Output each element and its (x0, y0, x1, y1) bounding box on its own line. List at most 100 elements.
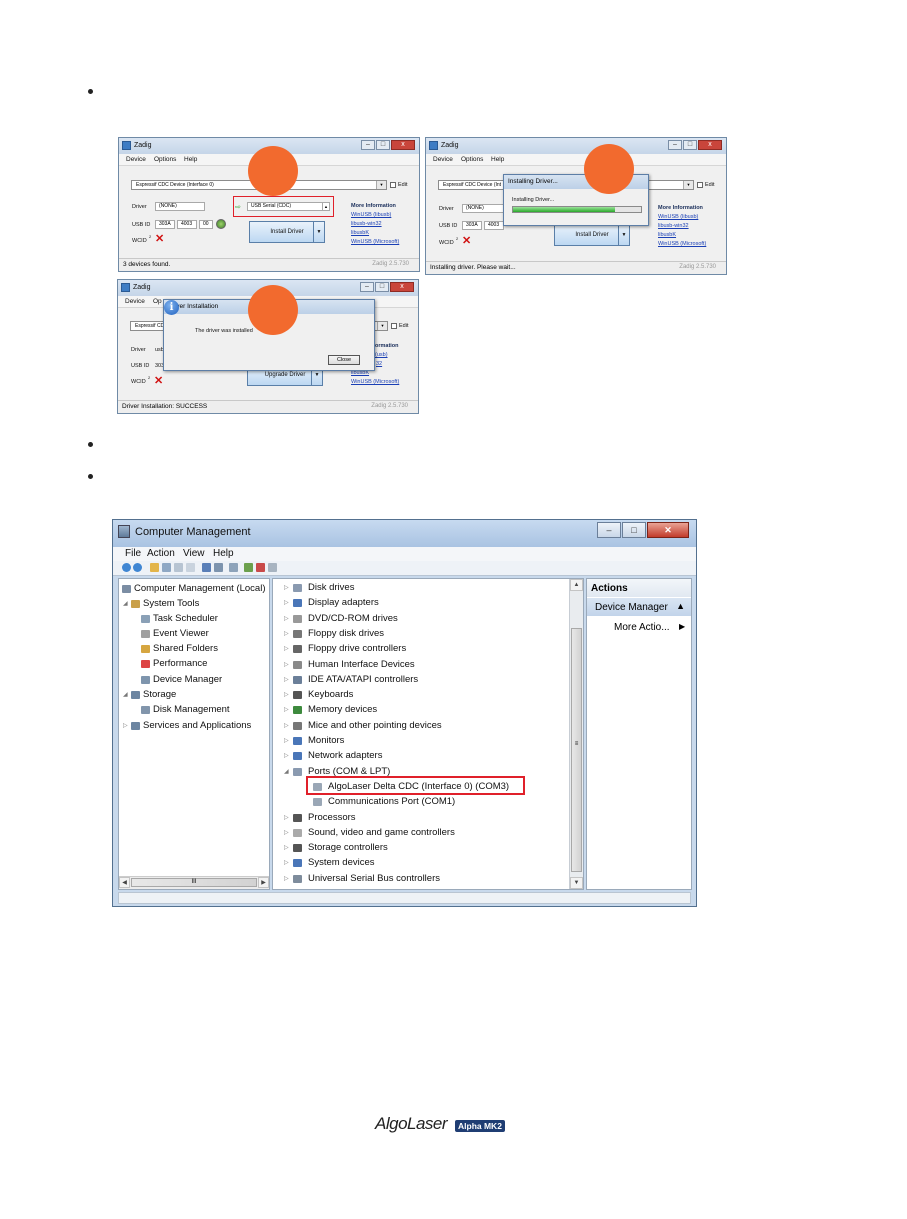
menu-file[interactable]: File (125, 548, 141, 559)
expander-icon[interactable]: ▷ (284, 737, 289, 744)
expander-icon[interactable]: ▷ (284, 584, 289, 591)
expander-icon[interactable]: ▷ (284, 814, 289, 821)
maximize-button[interactable]: □ (622, 522, 646, 538)
menu-device[interactable]: Device (126, 156, 146, 163)
link-libusb-win32[interactable]: 32 (376, 361, 382, 367)
tree-item[interactable]: Shared Folders (141, 643, 218, 654)
minimize-button[interactable]: – (668, 140, 682, 150)
link-libusbk[interactable]: libusbK (658, 232, 676, 238)
scroll-up-button[interactable]: ▲ (570, 579, 583, 591)
minimize-button[interactable]: – (361, 140, 375, 150)
actions-section-device-manager[interactable]: Device Manager ▲ (587, 598, 691, 616)
device-category[interactable]: ▷ IDE ATA/ATAPI controllers (284, 674, 418, 685)
tree-item[interactable]: Event Viewer (141, 628, 209, 639)
menu-help[interactable]: Help (491, 156, 504, 163)
expander-icon[interactable]: ▷ (284, 599, 289, 606)
show-hide-tree-icon[interactable] (162, 563, 171, 572)
expander-icon[interactable]: ▷ (284, 661, 289, 668)
dropdown-arrow-icon[interactable]: ▼ (618, 225, 629, 245)
menu-device[interactable]: Device (125, 298, 145, 305)
expander-icon[interactable]: ◢ (284, 768, 289, 775)
expander-icon[interactable]: ◢ (123, 691, 128, 698)
close-button[interactable]: x (390, 282, 414, 292)
link-winusb-microsoft[interactable]: WinUSB (Microsoft) (351, 239, 399, 245)
expander-icon[interactable]: ▷ (284, 844, 289, 851)
scroll-down-button[interactable]: ▼ (570, 877, 583, 889)
scroll-thumb[interactable]: III (131, 878, 257, 887)
minimize-button[interactable]: – (360, 282, 374, 292)
back-icon[interactable] (122, 563, 131, 572)
link-libusb-win32[interactable]: libusb-win32 (351, 221, 382, 227)
device-category[interactable]: ▷ Monitors (284, 735, 344, 746)
link-winusb-libusb[interactable]: WinUSB (libusb) (351, 212, 391, 218)
device-select-end[interactable]: ▼ (374, 321, 388, 331)
device-category[interactable]: ▷ Processors (284, 812, 356, 823)
maximize-button[interactable]: □ (376, 140, 390, 150)
menu-help[interactable]: Help (213, 548, 234, 559)
tree-item-device-manager[interactable]: Device Manager (141, 674, 222, 685)
device-category[interactable]: ▷ Human Interface Devices (284, 659, 415, 670)
device-item[interactable]: Communications Port (COM1) (313, 796, 455, 807)
more-actions-link[interactable]: More Actio... (614, 622, 670, 633)
edit-checkbox[interactable] (391, 323, 397, 329)
expander-icon[interactable]: ▷ (284, 630, 289, 637)
update-driver-icon[interactable] (244, 563, 253, 572)
dropdown-arrow-icon[interactable]: ▼ (313, 222, 324, 242)
device-category[interactable]: ▷ Universal Serial Bus controllers (284, 873, 440, 884)
device-category[interactable]: ▷ Mice and other pointing devices (284, 720, 442, 731)
close-button[interactable]: ✕ (647, 522, 689, 538)
menu-action[interactable]: Action (147, 548, 175, 559)
tree-item[interactable]: Task Scheduler (141, 613, 218, 624)
edit-checkbox[interactable] (697, 182, 703, 188)
expander-icon[interactable]: ▷ (284, 676, 289, 683)
up-folder-icon[interactable] (150, 563, 159, 572)
close-button[interactable]: x (391, 140, 415, 150)
menu-view[interactable]: View (183, 548, 205, 559)
menu-options[interactable]: Op (153, 298, 162, 305)
menu-device[interactable]: Device (433, 156, 453, 163)
scan-hardware-icon[interactable] (229, 563, 238, 572)
rollback-icon[interactable] (268, 563, 277, 572)
scroll-thumb[interactable]: ≡ (571, 628, 582, 872)
expander-icon[interactable]: ▷ (284, 752, 289, 759)
vertical-scrollbar[interactable]: ▲ ≡ ▼ (569, 579, 583, 889)
device-category[interactable]: ▷ Sound, video and game controllers (284, 827, 455, 838)
tree-item[interactable]: Performance (141, 658, 207, 669)
tree-item[interactable]: Computer Management (Local) (122, 583, 265, 594)
link-libusb-win32[interactable]: libusb-win32 (658, 223, 689, 229)
expander-icon[interactable]: ▷ (284, 615, 289, 622)
device-category[interactable]: ▷ Keyboards (284, 689, 353, 700)
expander-icon[interactable]: ▷ (123, 722, 128, 729)
expander-icon[interactable]: ▷ (284, 829, 289, 836)
link-libusbk[interactable]: libusbK (351, 230, 369, 236)
expander-icon[interactable]: ▷ (284, 875, 289, 882)
tree-item[interactable]: ▷ Services and Applications (123, 720, 251, 731)
link-winusb-microsoft[interactable]: WinUSB (Microsoft) (351, 379, 399, 385)
forward-icon[interactable] (133, 563, 142, 572)
install-driver-button[interactable]: Install Driver ▼ (249, 221, 325, 243)
horizontal-scrollbar[interactable]: ◀ III ▶ (119, 876, 269, 889)
device-category[interactable]: ▷ DVD/CD-ROM drives (284, 613, 398, 624)
help-icon[interactable] (202, 563, 211, 572)
device-category[interactable]: ▷ Floppy disk drives (284, 628, 384, 639)
scroll-left-button[interactable]: ◀ (119, 877, 130, 888)
menu-options[interactable]: Options (154, 156, 176, 163)
close-button[interactable]: x (698, 140, 722, 150)
menu-options[interactable]: Options (461, 156, 483, 163)
device-category[interactable]: ▷ Memory devices (284, 704, 377, 715)
link-winusb-libusb[interactable]: (usb) (375, 352, 388, 358)
close-dialog-button[interactable]: Close (328, 355, 360, 365)
expander-icon[interactable]: ▷ (284, 859, 289, 866)
install-driver-button[interactable]: Install Driver ▼ (554, 224, 630, 246)
maximize-button[interactable]: □ (683, 140, 697, 150)
expander-icon[interactable]: ▷ (284, 706, 289, 713)
tree-item[interactable]: ◢ Storage (123, 689, 176, 700)
link-winusb-libusb[interactable]: WinUSB (libusb) (658, 214, 698, 220)
link-winusb-microsoft[interactable]: WinUSB (Microsoft) (658, 241, 706, 247)
device-category[interactable]: ▷ Floppy drive controllers (284, 643, 406, 654)
expander-icon[interactable]: ◢ (123, 600, 128, 607)
device-category[interactable]: ▷ Storage controllers (284, 842, 388, 853)
maximize-button[interactable]: □ (375, 282, 389, 292)
device-category[interactable]: ▷ Network adapters (284, 750, 382, 761)
expander-icon[interactable]: ▷ (284, 691, 289, 698)
